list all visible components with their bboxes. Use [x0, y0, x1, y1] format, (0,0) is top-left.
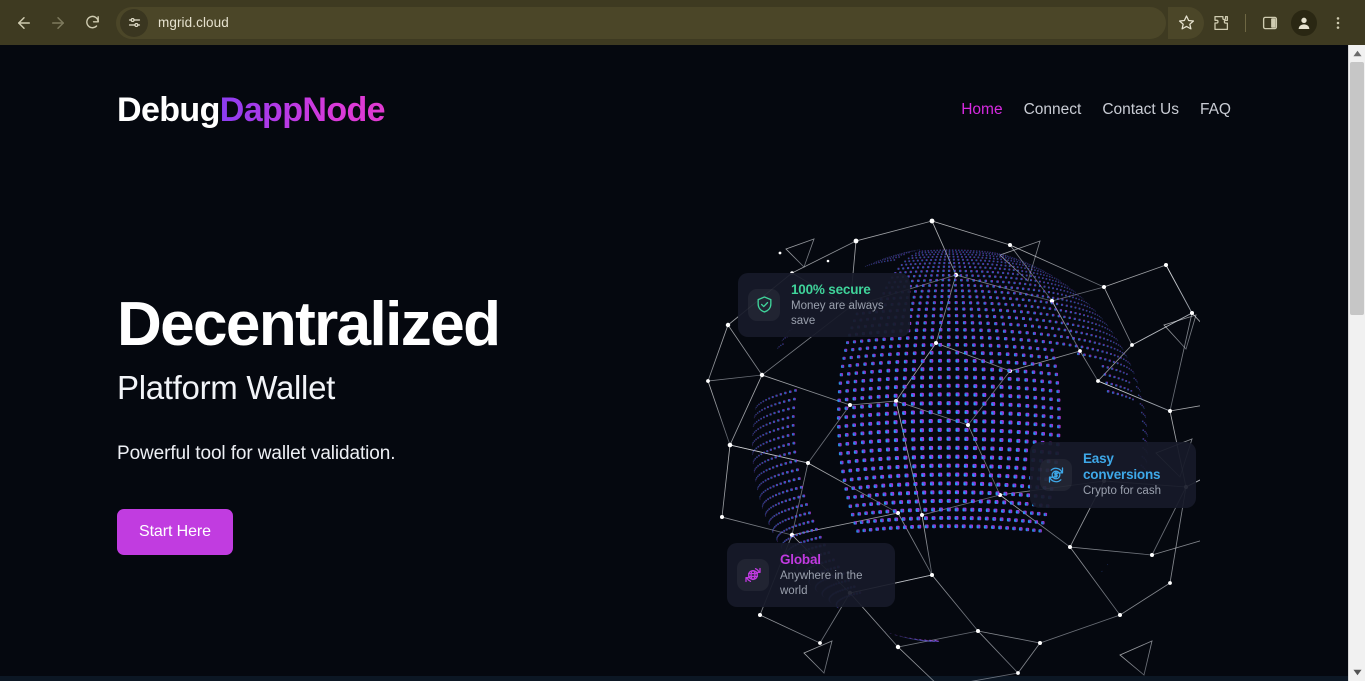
- globe-graphic: [706, 218, 1200, 681]
- scrollbar-up-button[interactable]: [1349, 45, 1365, 62]
- feature-card-global[interactable]: Global Anywhere in the world: [727, 543, 895, 607]
- star-icon: [1178, 15, 1194, 30]
- feature-card-secure[interactable]: 100% secure Money are always save: [738, 273, 910, 337]
- page-scrollbar[interactable]: [1348, 45, 1365, 681]
- web-page: DebugDappNode Home Connect Contact Us FA…: [0, 45, 1348, 681]
- browser-menu-button[interactable]: [1323, 8, 1353, 38]
- three-dot-menu-icon: [1336, 16, 1340, 29]
- browser-viewport: DebugDappNode Home Connect Contact Us FA…: [0, 45, 1365, 681]
- logo-text-accent: DappNode: [219, 91, 386, 129]
- nav-item-home[interactable]: Home: [961, 101, 1002, 119]
- side-panel-button[interactable]: [1255, 8, 1285, 38]
- forward-arrow-icon: [52, 16, 64, 29]
- site-logo[interactable]: DebugDappNode: [117, 91, 386, 129]
- logo-text-primary: Debug: [117, 91, 220, 129]
- address-bar[interactable]: mgrid.cloud: [116, 6, 1166, 39]
- nav-item-contact-us[interactable]: Contact Us: [1102, 101, 1179, 119]
- scrollbar-down-button[interactable]: [1349, 664, 1365, 681]
- browser-toolbar: mgrid.cloud: [0, 0, 1365, 45]
- feature-card-conversions[interactable]: Easy conversions Crypto for cash: [1030, 442, 1196, 508]
- dotted-globe-network-illustration: [700, 195, 1200, 681]
- extensions-puzzle-icon: [1214, 15, 1229, 30]
- back-button[interactable]: [8, 7, 40, 39]
- feature-card-secure-title: 100% secure: [791, 282, 871, 297]
- profile-avatar-icon: [1298, 17, 1310, 29]
- hero-description: Powerful tool for wallet validation.: [117, 442, 396, 464]
- feature-card-secure-subtitle: Money are always save: [791, 300, 884, 327]
- feature-card-conversions-title: Easy conversions: [1083, 451, 1161, 483]
- reload-button[interactable]: [76, 7, 108, 39]
- feature-card-global-title: Global: [780, 552, 821, 567]
- side-panel-icon: [1262, 16, 1278, 29]
- feature-card-conversions-subtitle: Crypto for cash: [1083, 485, 1161, 498]
- toolbar-divider: [1245, 13, 1246, 32]
- nav-item-connect[interactable]: Connect: [1024, 101, 1082, 119]
- extensions-button[interactable]: [1206, 8, 1236, 38]
- hero-section: Decentralized Platform Wallet Powerful t…: [117, 293, 737, 555]
- site-settings-button[interactable]: [120, 8, 148, 37]
- site-header: DebugDappNode Home Connect Contact Us FA…: [0, 45, 1348, 175]
- forward-button[interactable]: [42, 7, 74, 39]
- scroll-down-arrow-icon: [1352, 669, 1362, 676]
- currency-exchange-icon: [1040, 458, 1072, 491]
- hero-subtitle: Platform Wallet: [117, 369, 335, 407]
- back-arrow-icon: [18, 16, 30, 29]
- scroll-up-arrow-icon: [1352, 50, 1362, 57]
- bookmark-button[interactable]: [1168, 6, 1204, 39]
- browser-window: mgrid.cloud DebugDappNode Home Connect C…: [0, 0, 1365, 681]
- scrollbar-track[interactable]: [1349, 62, 1365, 664]
- nav-item-faq[interactable]: FAQ: [1200, 101, 1231, 119]
- profile-button[interactable]: [1291, 9, 1317, 36]
- start-here-button[interactable]: Start Here: [117, 508, 233, 555]
- hero-title: Decentralized: [117, 290, 501, 359]
- scrollbar-thumb[interactable]: [1350, 62, 1364, 315]
- address-bar-url[interactable]: mgrid.cloud: [158, 15, 229, 30]
- feature-card-global-subtitle: Anywhere in the world: [780, 570, 863, 597]
- reload-icon: [85, 15, 99, 29]
- main-navigation: Home Connect Contact Us FAQ: [961, 101, 1231, 119]
- globe-arrow-icon: [737, 558, 769, 591]
- shield-check-icon: [748, 288, 780, 321]
- site-settings-icon: [128, 17, 140, 28]
